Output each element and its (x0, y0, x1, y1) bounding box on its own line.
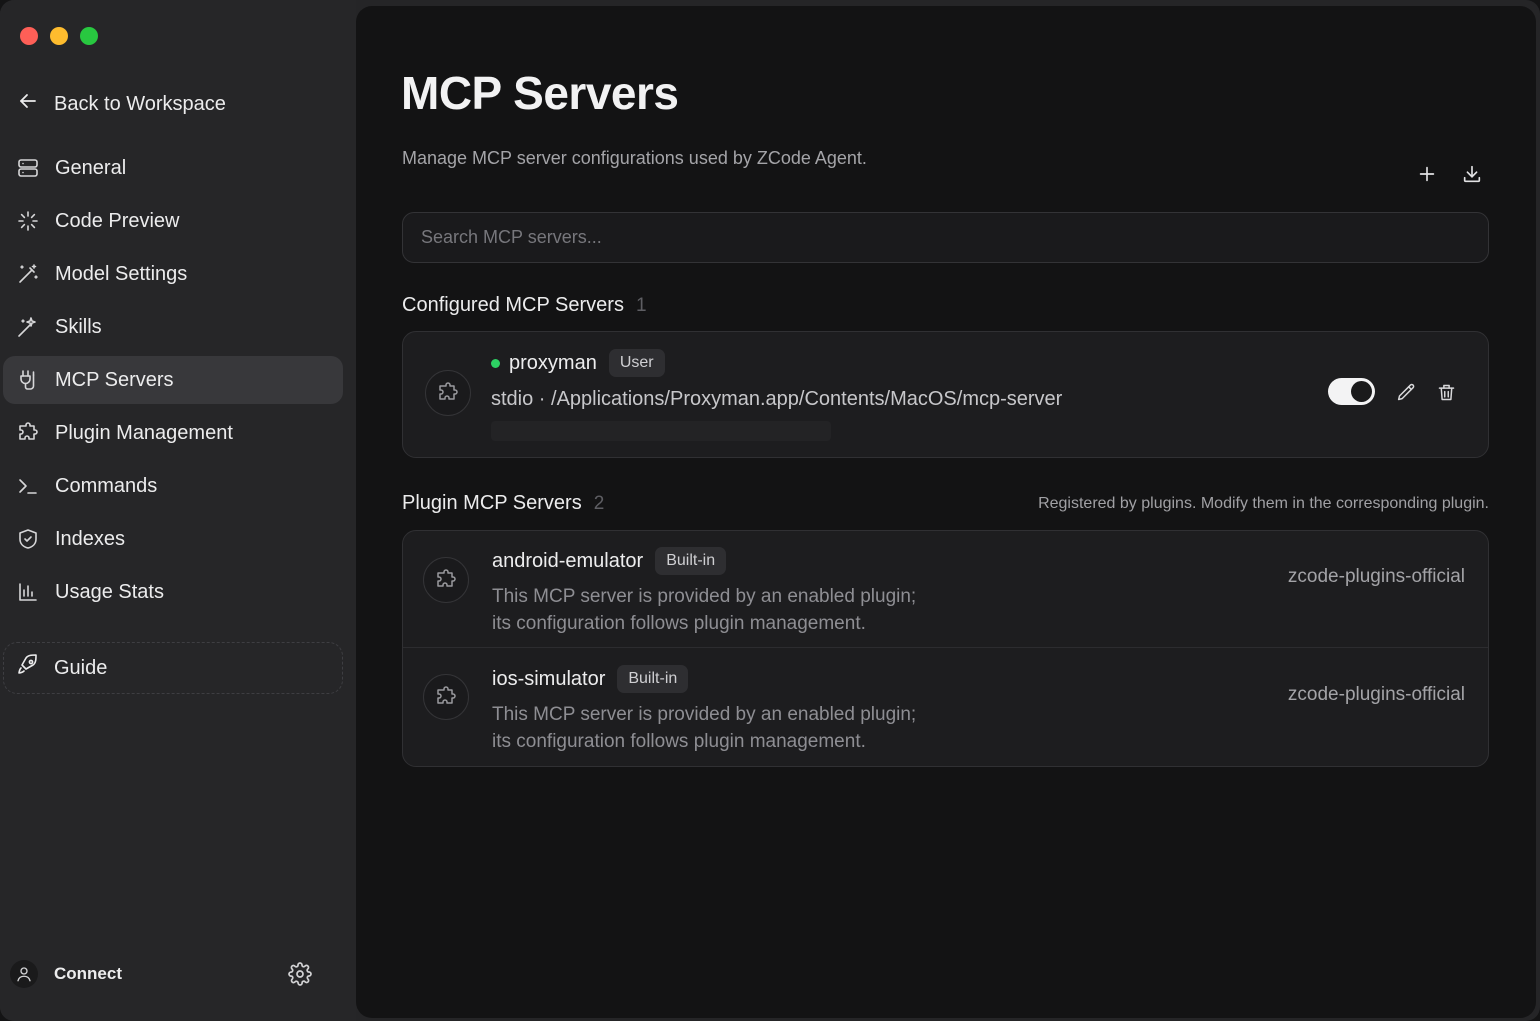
sidebar-item-indexes[interactable]: Indexes (3, 515, 343, 563)
avatar[interactable] (10, 960, 38, 988)
plus-icon (1419, 166, 1435, 182)
description-line: This MCP server is provided by an enable… (492, 586, 917, 607)
puzzle-icon (423, 557, 469, 603)
rocket-icon (16, 653, 40, 683)
app-window: Back to Workspace General Code Preview M… (0, 0, 1540, 1021)
plugin-servers-card: android-emulator Built-in This MCP serve… (402, 530, 1489, 767)
server-name: android-emulator (492, 549, 644, 572)
magic-wand-icon (15, 261, 41, 287)
sidebar: Back to Workspace General Code Preview M… (0, 0, 356, 1021)
back-to-workspace-label: Back to Workspace (54, 92, 226, 115)
configured-section-header: Configured MCP Servers 1 (402, 294, 647, 317)
configured-server-card: proxyman User stdio · /Applications/Prox… (402, 331, 1489, 458)
window-controls (20, 27, 98, 45)
plugin-section-note: Registered by plugins. Modify them in th… (1038, 495, 1489, 512)
sidebar-item-label: Model Settings (55, 262, 188, 285)
server-description: This MCP server is provided by an enable… (492, 701, 916, 755)
download-icon (1463, 165, 1481, 183)
server-icon (15, 155, 41, 181)
sidebar-item-label: Code Preview (55, 209, 180, 232)
sidebar-item-label: Indexes (55, 527, 126, 550)
sidebar-item-label: Skills (55, 315, 102, 338)
server-name-row: android-emulator Built-in (492, 547, 727, 575)
section-title: Plugin MCP Servers (402, 492, 582, 514)
puzzle-icon (423, 674, 469, 720)
settings-nav: General Code Preview Model Settings Skil… (3, 144, 343, 621)
server-badge: Built-in (617, 665, 689, 693)
server-enabled-toggle[interactable] (1328, 378, 1375, 405)
server-name: ios-simulator (492, 667, 606, 690)
server-name-row: ios-simulator Built-in (492, 665, 689, 693)
section-title: Configured MCP Servers (402, 294, 624, 316)
sidebar-footer: Connect (10, 952, 330, 996)
connect-button[interactable]: Connect (54, 964, 122, 984)
row-divider (403, 647, 1488, 648)
server-description: This MCP server is provided by an enable… (492, 583, 916, 637)
guide-label: Guide (54, 656, 108, 679)
sidebar-item-plugin-management[interactable]: Plugin Management (3, 409, 343, 457)
server-name-row: proxyman User (491, 349, 665, 377)
section-count: 1 (635, 295, 647, 316)
sidebar-item-mcp-servers[interactable]: MCP Servers (3, 356, 343, 404)
zoom-window-button[interactable] (80, 27, 98, 45)
close-window-button[interactable] (20, 27, 38, 45)
import-button[interactable] (1459, 161, 1485, 187)
server-name: proxyman (509, 351, 597, 374)
page-description: Manage MCP server configurations used by… (402, 148, 867, 168)
add-server-button[interactable] (1414, 161, 1440, 187)
main-panel: MCP Servers Manage MCP server configurat… (356, 6, 1536, 1018)
server-source: zcode-plugins-official (1287, 684, 1465, 705)
server-command: stdio · /Applications/Proxyman.app/Conte… (491, 388, 1063, 410)
sidebar-item-usage-stats[interactable]: Usage Stats (3, 568, 343, 616)
sparkle-icon (15, 208, 41, 234)
server-badge: User (608, 349, 665, 377)
puzzle-icon (425, 370, 471, 416)
sidebar-item-label: Usage Stats (55, 580, 164, 603)
pencil-icon (1397, 383, 1414, 400)
trash-icon (1438, 384, 1454, 400)
minimize-window-button[interactable] (50, 27, 68, 45)
sidebar-item-code-preview[interactable]: Code Preview (3, 197, 343, 245)
sidebar-item-label: MCP Servers (55, 368, 174, 391)
page-title: MCP Servers (401, 67, 679, 119)
terminal-icon (15, 473, 41, 499)
edit-server-button[interactable] (1394, 380, 1418, 404)
bar-chart-icon (15, 579, 41, 605)
user-icon (17, 967, 31, 982)
description-line: its configuration follows plugin managem… (492, 613, 866, 634)
description-line: its configuration follows plugin managem… (492, 731, 866, 752)
server-badge: Built-in (655, 547, 727, 575)
sidebar-item-guide[interactable]: Guide (3, 642, 343, 694)
description-line: This MCP server is provided by an enable… (492, 704, 917, 725)
sidebar-item-commands[interactable]: Commands (3, 462, 343, 510)
sidebar-item-skills[interactable]: Skills (3, 303, 343, 351)
sidebar-item-label: General (55, 156, 127, 179)
sidebar-item-general[interactable]: General (3, 144, 343, 192)
sidebar-item-model-settings[interactable]: Model Settings (3, 250, 343, 298)
arrow-left-icon (16, 89, 40, 119)
section-count: 2 (593, 493, 605, 514)
delete-server-button[interactable] (1434, 380, 1458, 404)
sidebar-item-label: Plugin Management (55, 421, 233, 444)
puzzle-icon (15, 420, 41, 446)
plug-icon (15, 367, 41, 393)
back-to-workspace-link[interactable]: Back to Workspace (16, 84, 336, 124)
sidebar-item-label: Commands (55, 474, 158, 497)
search-input[interactable] (402, 212, 1489, 263)
shield-icon (15, 526, 41, 552)
gear-icon[interactable] (288, 962, 312, 986)
status-indicator (491, 358, 500, 368)
server-source: zcode-plugins-official (1287, 566, 1465, 587)
loading-placeholder (491, 421, 831, 441)
toggle-knob (1351, 381, 1372, 402)
wand-icon (15, 314, 41, 340)
plugin-section-header: Plugin MCP Servers 2 (402, 492, 604, 515)
